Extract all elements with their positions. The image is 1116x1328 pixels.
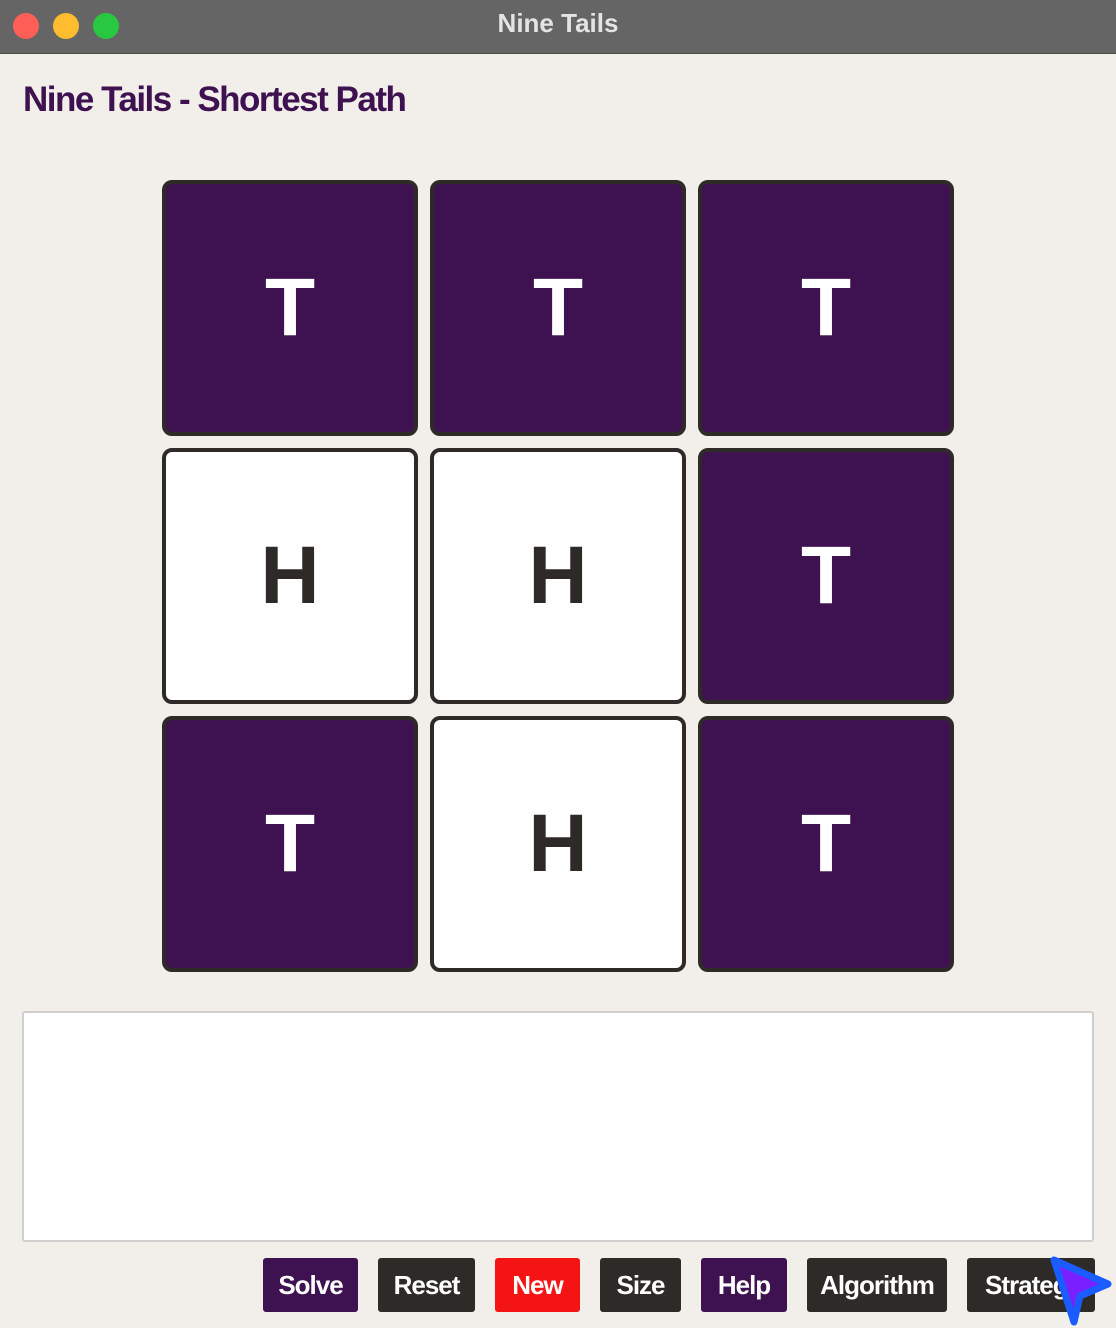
new-button[interactable]: New — [495, 1258, 580, 1312]
solve-button[interactable]: Solve — [263, 1258, 358, 1312]
grid-cell-r3-c2[interactable]: H — [430, 716, 686, 972]
grid-cell-r3-c1[interactable]: T — [162, 716, 418, 972]
grid-cell-r2-c3[interactable]: T — [698, 448, 954, 704]
size-button[interactable]: Size — [600, 1258, 681, 1312]
grid-cell-r1-c2[interactable]: T — [430, 180, 686, 436]
algorithm-button[interactable]: Algorithm — [807, 1258, 947, 1312]
title-bar[interactable]: Nine Tails — [0, 0, 1116, 54]
window-title: Nine Tails — [497, 8, 619, 38]
grid-cell-r3-c3[interactable]: T — [698, 716, 954, 972]
grid-cell-r2-c1[interactable]: H — [162, 448, 418, 704]
grid-cell-r2-c2[interactable]: H — [430, 448, 686, 704]
page-title: Nine Tails - Shortest Path — [23, 80, 407, 119]
strategy-button[interactable]: Strategy — [967, 1258, 1095, 1312]
output-area[interactable] — [22, 1011, 1094, 1242]
button-toolbar: Solve Reset New Size Help Algorithm Stra… — [0, 1258, 1116, 1312]
app-window: Nine Tails Nine Tails - Shortest Path T … — [0, 0, 1116, 1328]
reset-button[interactable]: Reset — [378, 1258, 475, 1312]
grid-cell-r1-c1[interactable]: T — [162, 180, 418, 436]
help-button[interactable]: Help — [701, 1258, 787, 1312]
grid-cell-r1-c3[interactable]: T — [698, 180, 954, 436]
coin-grid: T T T H H T T H T — [162, 180, 954, 972]
